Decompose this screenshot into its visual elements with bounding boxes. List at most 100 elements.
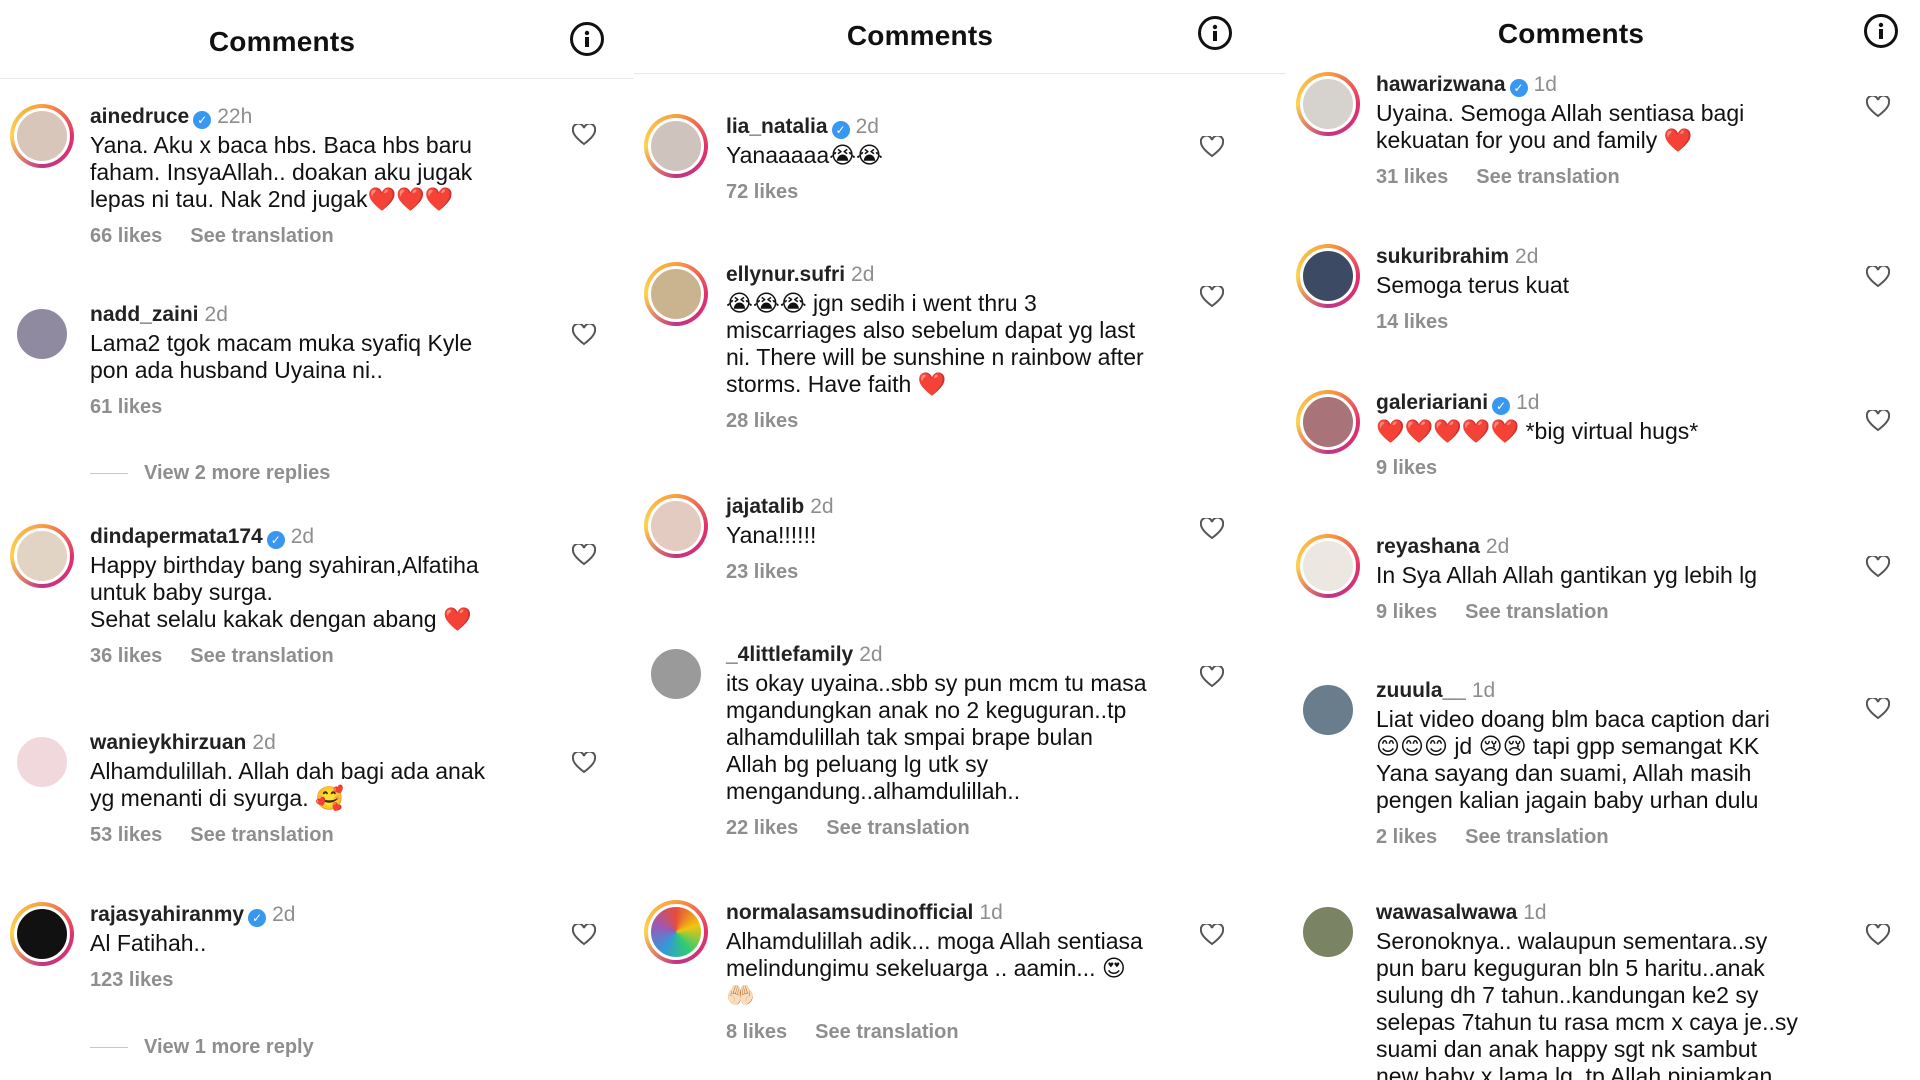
comment-username[interactable]: wawasalwawa (1376, 901, 1517, 924)
comment-username[interactable]: zuuula__ (1376, 679, 1466, 702)
like-heart-icon[interactable] (571, 750, 597, 774)
like-count[interactable]: 53 likes (90, 824, 162, 846)
see-translation-link[interactable]: See translation (190, 225, 333, 247)
view-more-replies-link[interactable]: View 1 more reply (90, 1036, 314, 1059)
like-count[interactable]: 61 likes (90, 396, 162, 418)
like-heart-icon[interactable] (1199, 134, 1225, 158)
like-count[interactable]: 123 likes (90, 969, 173, 991)
like-heart-icon[interactable] (1199, 516, 1225, 540)
comment-text: Yana. Aku x baca hbs. Baca hbs baru faha… (90, 132, 473, 212)
comment-text: Yanaaaaa😭😭 (726, 142, 883, 168)
avatar[interactable] (10, 730, 74, 794)
comment-time: 1d (1533, 73, 1557, 96)
comment-username[interactable]: ainedruce (90, 105, 189, 128)
like-heart-icon[interactable] (1865, 94, 1891, 118)
comments-panel-2: Comments lia_natalia ✓ 2d Yanaaaaa😭😭 72 li… (634, 0, 1286, 1080)
verified-badge-icon: ✓ (1492, 397, 1511, 415)
panel-header: Comments (0, 0, 634, 79)
comment-time: 1d (979, 901, 1003, 924)
like-heart-icon[interactable] (1199, 922, 1225, 946)
like-heart-icon[interactable] (571, 922, 597, 946)
info-icon[interactable] (1864, 14, 1898, 48)
view-more-replies-link[interactable]: View 2 more replies (90, 462, 330, 485)
comment-username[interactable]: ellynur.sufri (726, 263, 845, 286)
like-count[interactable]: 66 likes (90, 225, 162, 247)
like-count[interactable]: 14 likes (1376, 311, 1448, 333)
comment-username[interactable]: dindapermata174 (90, 525, 263, 548)
avatar[interactable] (10, 104, 74, 168)
comment-username[interactable]: wanieykhirzuan (90, 731, 246, 754)
like-heart-icon[interactable] (1865, 922, 1891, 946)
see-translation-link[interactable]: See translation (815, 1021, 958, 1043)
comment-time: 2d (252, 731, 276, 754)
info-icon[interactable] (570, 22, 604, 56)
like-count[interactable]: 72 likes (726, 181, 798, 203)
panel-title: Comments (208, 26, 356, 57)
verified-badge-icon: ✓ (831, 121, 850, 139)
like-count[interactable]: 8 likes (726, 1021, 787, 1043)
like-heart-icon[interactable] (571, 122, 597, 146)
avatar[interactable] (644, 494, 708, 558)
avatar[interactable] (1296, 244, 1360, 308)
see-translation-link[interactable]: See translation (1476, 166, 1619, 188)
avatar[interactable] (10, 524, 74, 588)
comment-username[interactable]: lia_natalia (726, 115, 828, 138)
avatar[interactable] (644, 900, 708, 964)
avatar[interactable] (644, 114, 708, 178)
see-translation-link[interactable]: See translation (826, 817, 969, 839)
comment-time: 2d (272, 903, 296, 926)
comment-username[interactable]: normalasamsudinofficial (726, 901, 973, 924)
comment-time: 2d (204, 303, 228, 326)
like-heart-icon[interactable] (1865, 408, 1891, 432)
like-count[interactable]: 23 likes (726, 561, 798, 583)
comment-text: Seronoknya.. walaupun sementara..sy pun … (1376, 928, 1798, 1080)
comment-username[interactable]: sukuribrahim (1376, 245, 1509, 268)
like-heart-icon[interactable] (571, 542, 597, 566)
like-heart-icon[interactable] (1865, 264, 1891, 288)
like-count[interactable]: 9 likes (1376, 457, 1437, 479)
comment-text: Semoga terus kuat (1376, 272, 1570, 298)
comment-username[interactable]: hawarizwana (1376, 73, 1506, 96)
see-translation-link[interactable]: See translation (1465, 826, 1608, 848)
comment-text: Al Fatihah.. (90, 930, 207, 956)
comment-username[interactable]: _4littlefamily (726, 643, 853, 666)
like-heart-icon[interactable] (571, 322, 597, 346)
comment-text: In Sya Allah Allah gantikan yg lebih lg (1376, 562, 1758, 588)
avatar[interactable] (644, 642, 708, 706)
comment-time: 22h (217, 105, 253, 128)
see-translation-link[interactable]: See translation (1465, 601, 1608, 623)
like-heart-icon[interactable] (1199, 284, 1225, 308)
info-icon[interactable] (1198, 16, 1232, 50)
avatar[interactable] (1296, 678, 1360, 742)
panel-header: Comments (634, 0, 1286, 74)
avatar[interactable] (644, 262, 708, 326)
comment-username[interactable]: reyashana (1376, 535, 1480, 558)
comment-time: 1d (1471, 679, 1496, 702)
avatar[interactable] (1296, 900, 1360, 964)
comments-panel-3: Comments hawarizwana ✓ 1d Uyaina. Semoga A… (1286, 0, 1920, 1080)
like-heart-icon[interactable] (1865, 696, 1891, 720)
comment-username[interactable]: rajasyahiranmy (90, 903, 244, 926)
like-count[interactable]: 2 likes (1376, 826, 1437, 848)
comment-text: 😭😭😭 jgn sedih i went thru 3 miscarriages… (726, 290, 1144, 397)
avatar[interactable] (10, 302, 74, 366)
comment-time: 1d (1523, 901, 1547, 924)
comment-time: 2d (859, 643, 883, 666)
like-heart-icon[interactable] (1865, 554, 1891, 578)
comment-username[interactable]: nadd_zaini (90, 303, 199, 326)
avatar[interactable] (1296, 390, 1360, 454)
avatar[interactable] (10, 902, 74, 966)
comment-time: 2d (855, 115, 879, 138)
like-heart-icon[interactable] (1199, 664, 1225, 688)
like-count[interactable]: 9 likes (1376, 601, 1437, 623)
comment-username[interactable]: jajatalib (726, 495, 804, 518)
see-translation-link[interactable]: See translation (190, 824, 333, 846)
like-count[interactable]: 36 likes (90, 645, 162, 667)
like-count[interactable]: 22 likes (726, 817, 798, 839)
like-count[interactable]: 31 likes (1376, 166, 1448, 188)
like-count[interactable]: 28 likes (726, 410, 798, 432)
see-translation-link[interactable]: See translation (190, 645, 333, 667)
avatar[interactable] (1296, 72, 1360, 136)
avatar[interactable] (1296, 534, 1360, 598)
comment-username[interactable]: galeriariani (1376, 391, 1488, 414)
